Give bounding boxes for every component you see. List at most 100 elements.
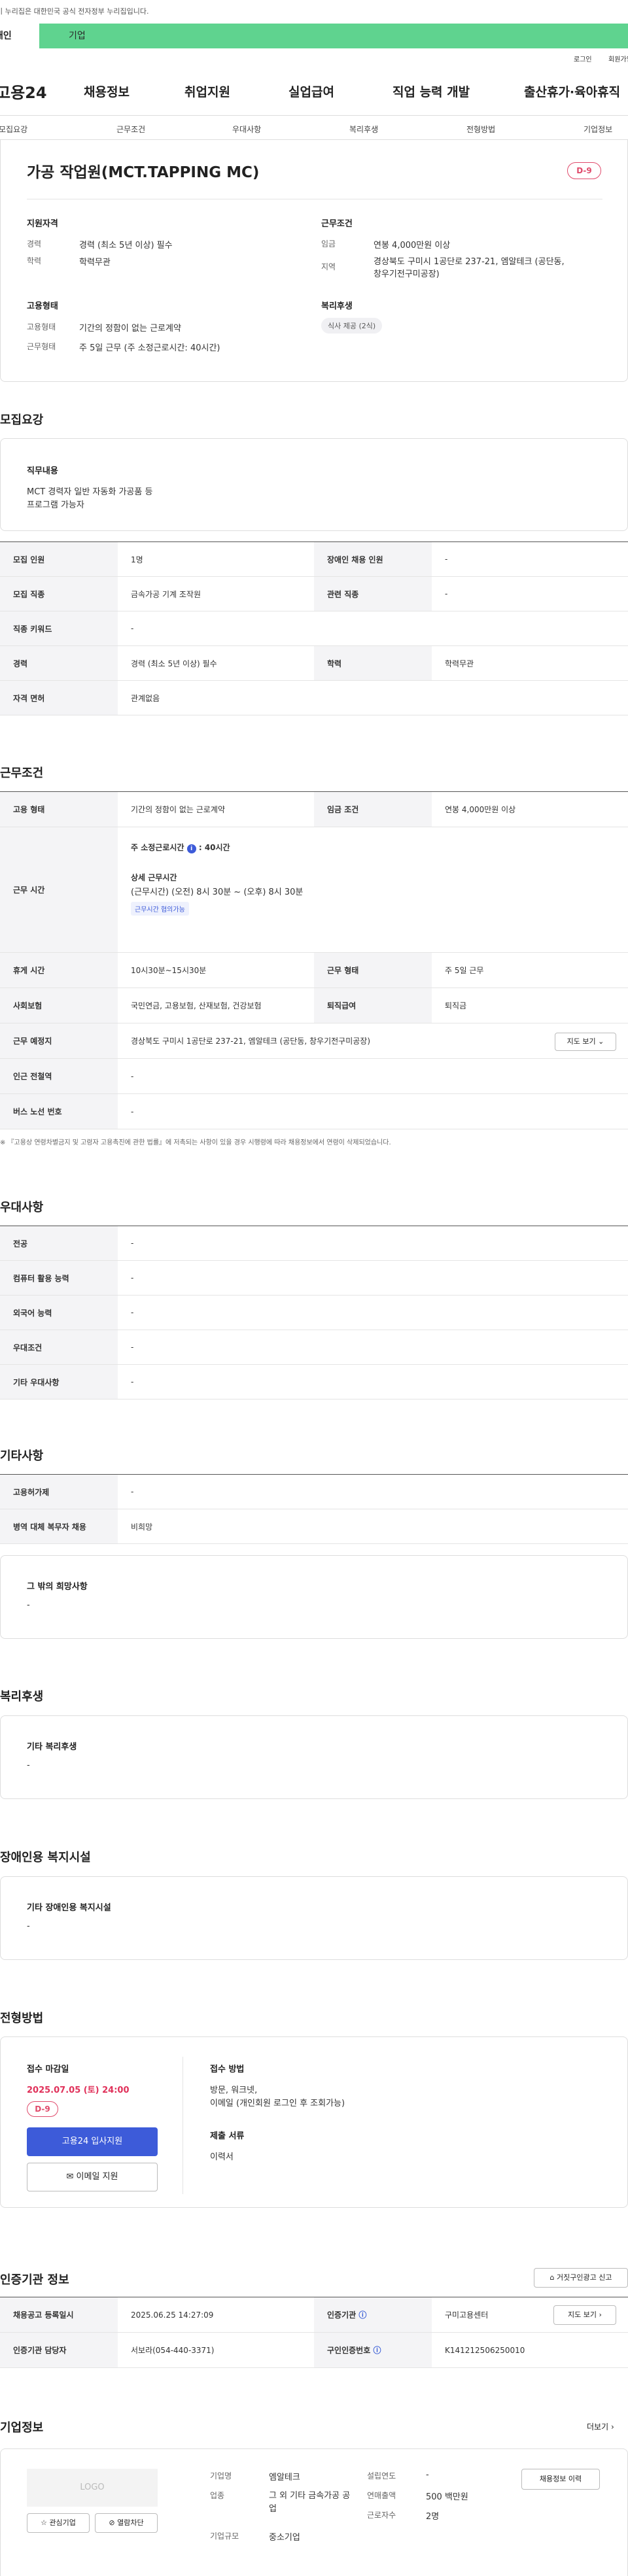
table-header-cell: 경력 — [0, 646, 118, 680]
emp-label: 고용형태 — [27, 322, 56, 332]
map-view-button[interactable]: 지도 보기 ⌄ — [555, 1033, 616, 1051]
table-header-cell: 사회보험 — [0, 988, 118, 1023]
table-value-cell: 관계없음 — [131, 693, 160, 703]
apply-button[interactable]: 고용24 입사지원 — [27, 2127, 158, 2156]
hours-detail-value: (근무시간) (오전) 8시 30분 ~ (오후) 8시 30분 — [131, 887, 304, 897]
gov-notice-bar: 이 누리집은 대한민국 공식 전자정부 누리집입니다. — [0, 0, 628, 24]
table-header-cell: 인근 전철역 — [0, 1059, 118, 1093]
other-wishes-value: - — [27, 1600, 30, 1610]
career-label: 경력 — [27, 239, 42, 249]
deadline-dday-badge: D-9 — [27, 2101, 58, 2117]
info-icon[interactable]: i — [186, 844, 196, 853]
table-value-cell: - — [131, 1107, 134, 1116]
table-header-cell: 외국어 능력 — [0, 1296, 118, 1330]
email-apply-button[interactable]: ✉ 이메일 지원 — [27, 2163, 158, 2191]
company-logo: LOGO — [27, 2469, 158, 2507]
field-label: 기업명 — [210, 2471, 232, 2481]
table-value-cell: 연봉 4,000만원 이상 — [445, 805, 516, 814]
login-link[interactable]: 로그인 — [574, 54, 592, 63]
table-value-cell: 경상북도 구미시 1공단로 237-21, 엠알테크 (공단동, 창우기전구미공… — [131, 1037, 371, 1046]
table-value-cell: - — [131, 1071, 134, 1081]
report-button[interactable]: ⌂ 거짓구인광고 신고 — [534, 2268, 628, 2288]
tab-personal[interactable]: 개인 — [0, 24, 39, 48]
table-header-cell: 학력 — [314, 646, 432, 680]
table-value-cell: - — [131, 1487, 134, 1496]
table-value-cell: 주 5일 근무 — [445, 966, 484, 975]
table-row: 인근 전철역 - — [0, 1059, 628, 1094]
table-row: 고용허가제 - — [0, 1475, 628, 1509]
info-icon[interactable]: ⓘ — [358, 2309, 366, 2320]
anchor-screening[interactable]: 전형방법 — [466, 124, 495, 135]
table-header-cell: 퇴직급여 — [314, 988, 432, 1023]
cond-heading: 근무조건 — [321, 219, 353, 229]
table-row: 전공 - — [0, 1226, 628, 1261]
table-value-cell: 서보라(054-440-3371) — [131, 2346, 215, 2355]
block-company-button[interactable]: ⊘ 열람차단 — [95, 2513, 158, 2533]
hours-week-label: 주 소정근로시간 — [131, 843, 184, 852]
anchor-preferences[interactable]: 우대사항 — [232, 124, 261, 135]
tab-company[interactable]: 기업 — [39, 24, 628, 48]
other-wishes-heading: 그 밖의 희망사항 — [27, 1582, 88, 1592]
wage-label: 임금 — [321, 239, 336, 249]
gnb-item-jobs[interactable]: 채용정보 — [84, 82, 130, 100]
mail-icon: ✉ — [66, 2172, 74, 2182]
table-header-cell: 휴게 시간 — [0, 953, 118, 987]
disability-heading: 기타 장애인용 복지시설 — [27, 1903, 111, 1913]
table-row: 버스 노선 번호 - — [0, 1094, 628, 1129]
table-value-cell: K141212506250010 — [445, 2345, 525, 2355]
etc-section-title: 기타사항 — [0, 1449, 44, 1463]
table-value-cell: 비희망 — [131, 1522, 153, 1532]
hours-week-value: : 40시간 — [198, 843, 230, 852]
method-line1: 방문, 워크넷, — [210, 2086, 258, 2095]
company-card: LOGO ☆ 관심기업 ⊘ 열람차단 기업명 엠알테크 업종 그 외 기타 금속… — [0, 2448, 628, 2576]
table-header-cell: 관련 직종 — [314, 577, 432, 611]
table-value-cell: - — [445, 555, 448, 564]
anchor-company[interactable]: 기업정보 — [584, 124, 612, 135]
company-section-title: 기업정보 — [0, 2421, 44, 2435]
table-header-cell: 모집 직종 — [0, 577, 118, 611]
table-row: 자격 면허 관계없음 — [0, 681, 628, 715]
hours-negotiable-tag: 근무시간 협의가능 — [131, 902, 189, 916]
home-icon: ⌂ — [550, 2273, 555, 2282]
screening-section-title: 전형방법 — [0, 2012, 44, 2025]
signup-link[interactable]: 회원가입 — [608, 54, 628, 63]
hiring-history-button[interactable]: 채용정보 이력 — [521, 2469, 600, 2490]
duty-line1: MCT 경력자 일반 자동화 가공품 등 — [27, 487, 153, 497]
table-header-cell: 전공 — [0, 1226, 118, 1260]
table-value-cell: 국민연금, 고용보험, 산재보험, 건강보험 — [131, 1001, 262, 1010]
dday-badge: D-9 — [567, 162, 601, 179]
table-value-cell: 1명 — [131, 555, 143, 564]
info-icon[interactable]: ⓘ — [373, 2344, 381, 2356]
gnb-item-leave[interactable]: 출산휴가·육아휴직 — [524, 82, 620, 100]
table-header-cell: 기타 우대사항 — [0, 1365, 118, 1399]
table-row: 인증기관 담당자 서보라(054-440-3371) 구인인증번호 ⓘ K141212… — [0, 2333, 628, 2368]
welfare-other-heading: 기타 복리후생 — [27, 1742, 77, 1752]
anchor-recruit[interactable]: 모집요강 — [0, 124, 27, 135]
annual-revenue: 500 백만원 — [426, 2492, 468, 2502]
favorite-company-button[interactable]: ☆ 관심기업 — [27, 2513, 90, 2533]
auth-map-button[interactable]: 지도 보기 › — [553, 2305, 616, 2325]
other-wishes-card: 그 밖의 희망사항 - — [0, 1555, 628, 1639]
gnb-item-unemployment[interactable]: 실업급여 — [288, 82, 334, 100]
section-anchor-nav: 모집요강 근무조건 우대사항 복리후생 전형방법 기업정보 — [0, 115, 628, 140]
employee-count: 2명 — [426, 2512, 440, 2522]
anchor-welfare[interactable]: 복리후생 — [349, 124, 378, 135]
table-row-hours: 근무 시간 주 소정근로시간 i : 40시간 상세 근무시간 (근무시간) (… — [0, 827, 628, 953]
anchor-conditions[interactable]: 근무조건 — [116, 124, 145, 135]
table-row: 직종 키워드 - — [0, 611, 628, 646]
company-more-link[interactable]: 더보기 › — [587, 2421, 614, 2432]
disability-value: - — [27, 1921, 30, 1931]
table-value-cell: - — [131, 1273, 134, 1282]
table-row: 휴게 시간 10시30분~15시30분 근무 형태 주 5일 근무 — [0, 953, 628, 988]
deadline-label: 접수 마감일 — [27, 2065, 69, 2074]
screening-card: 접수 마감일 2025.07.05 (토) 24:00 D-9 고용24 입사지… — [0, 2036, 628, 2208]
gnb-item-employment-support[interactable]: 취업지원 — [184, 82, 230, 100]
global-nav: 고용24 채용정보 취업지원 실업급여 직업 능력 개발 출산휴가·육아휴직 — [0, 63, 628, 115]
table-header-cell: 근무 예정지 — [0, 1023, 118, 1058]
welfare-card: 기타 복리후생 - — [0, 1715, 628, 1799]
site-logo[interactable]: 고용24 — [0, 80, 47, 103]
gnb-item-training[interactable]: 직업 능력 개발 — [392, 82, 470, 100]
location-value-line1: 경상북도 구미시 1공단로 237-21, 엠알테크 (공단동, — [374, 257, 565, 267]
table-header-cell: 모집 인원 — [0, 542, 118, 576]
table-value-cell: - — [131, 1377, 134, 1386]
